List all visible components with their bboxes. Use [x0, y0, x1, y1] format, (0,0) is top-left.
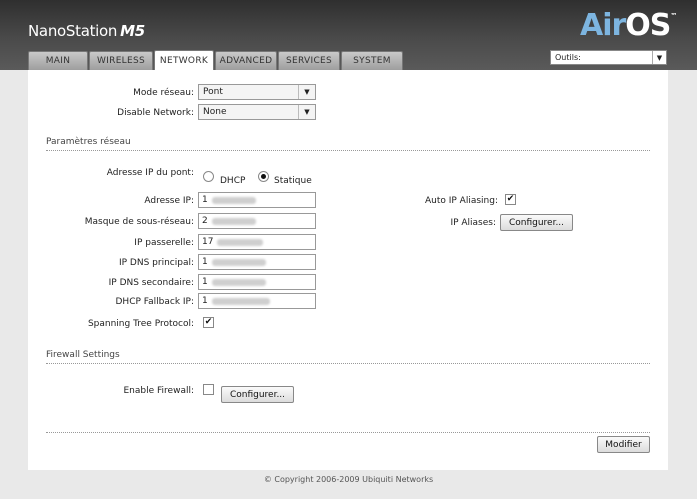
- blurred-text: [211, 196, 256, 204]
- brand-model: M5: [120, 22, 145, 40]
- mode-reseau-value: Pont: [203, 87, 223, 97]
- dhcp-radio-label: DHCP: [220, 176, 246, 186]
- blurred-text: [211, 278, 266, 286]
- logo-os: OS: [625, 8, 671, 43]
- main-tabs: MAIN WIRELESS NETWORK ADVANCED SERVICES …: [28, 50, 403, 70]
- dns-primary-value: 1: [202, 257, 208, 267]
- disable-network-value: None: [203, 107, 227, 117]
- tab-main[interactable]: MAIN: [28, 51, 88, 70]
- dhcp-fallback-input[interactable]: 1: [198, 293, 316, 309]
- logo-air: Air: [580, 8, 626, 43]
- brand-name: NanoStation: [28, 22, 118, 40]
- blurred-text: [211, 297, 270, 305]
- disable-network-label: Disable Network:: [117, 108, 194, 118]
- dns-secondary-input[interactable]: 1: [198, 274, 316, 290]
- statique-radio-label: Statique: [274, 176, 312, 186]
- header-bar: NanoStation M5 AirOS™ MAIN WIRELESS NETWO…: [0, 0, 697, 70]
- logo-tm: ™: [670, 12, 677, 20]
- tab-wireless[interactable]: WIRELESS: [89, 51, 153, 70]
- enable-firewall-checkbox[interactable]: [203, 384, 214, 395]
- ip-address-value: 1: [202, 195, 208, 205]
- gateway-value: 17: [202, 237, 214, 247]
- modify-button[interactable]: Modifier: [597, 436, 650, 453]
- tab-advanced[interactable]: ADVANCED: [215, 51, 277, 70]
- dns-primary-input[interactable]: 1: [198, 254, 316, 270]
- blurred-text: [217, 238, 264, 246]
- divider: [46, 432, 650, 433]
- auto-ip-aliasing-checkbox[interactable]: ✔: [505, 194, 516, 205]
- subnet-mask-label: Masque de sous-réseau:: [84, 217, 194, 227]
- blurred-text: [211, 217, 256, 225]
- brand-title: NanoStation M5: [28, 22, 145, 40]
- bridge-ip-label: Adresse IP du pont:: [106, 168, 194, 178]
- chevron-down-icon[interactable]: ▼: [298, 85, 315, 99]
- statique-radio[interactable]: [258, 171, 269, 182]
- subnet-mask-input[interactable]: 2: [198, 213, 316, 229]
- mode-reseau-label: Mode réseau:: [133, 88, 194, 98]
- dns-secondary-value: 1: [202, 277, 208, 287]
- section-parametres-reseau: Paramètres réseau: [46, 137, 650, 151]
- ip-aliases-label: IP Aliases:: [450, 218, 496, 228]
- tab-system[interactable]: SYSTEM: [341, 51, 403, 70]
- section-firewall-settings: Firewall Settings: [46, 350, 650, 364]
- dns-primary-label: IP DNS principal:: [118, 258, 194, 268]
- chevron-down-icon[interactable]: ▼: [652, 51, 666, 64]
- airos-logo: AirOS™: [580, 8, 677, 43]
- subnet-mask-value: 2: [202, 216, 208, 226]
- copyright-text: © Copyright 2006-2009 Ubiquiti Networks: [263, 475, 434, 484]
- auto-ip-aliasing-label: Auto IP Aliasing:: [424, 196, 498, 206]
- tools-select-label: Outils:: [555, 53, 581, 62]
- stp-label: Spanning Tree Protocol:: [87, 319, 194, 329]
- chevron-down-icon[interactable]: ▼: [298, 105, 315, 119]
- ip-address-label: Adresse IP:: [144, 196, 194, 206]
- mode-reseau-select[interactable]: Pont ▼: [198, 84, 316, 100]
- disable-network-select[interactable]: None ▼: [198, 104, 316, 120]
- dhcp-radio[interactable]: [203, 171, 214, 182]
- tools-select[interactable]: Outils: ▼: [550, 50, 667, 65]
- gateway-input[interactable]: 17: [198, 234, 316, 250]
- stp-checkbox[interactable]: ✔: [203, 317, 214, 328]
- blurred-text: [211, 258, 266, 266]
- dhcp-fallback-label: DHCP Fallback IP:: [115, 297, 195, 307]
- enable-firewall-label: Enable Firewall:: [123, 386, 195, 396]
- gateway-label: IP passerelle:: [134, 238, 194, 248]
- tab-network[interactable]: NETWORK: [154, 50, 214, 70]
- ip-address-input[interactable]: 1: [198, 192, 316, 208]
- dns-secondary-label: IP DNS secondaire:: [108, 278, 194, 288]
- firewall-configure-button[interactable]: Configurer...: [221, 386, 294, 403]
- dhcp-fallback-value: 1: [202, 296, 208, 306]
- tab-services[interactable]: SERVICES: [278, 51, 340, 70]
- network-panel: Mode réseau: Pont ▼ Disable Network: Non…: [28, 70, 668, 470]
- ip-aliases-configure-button[interactable]: Configurer...: [500, 214, 573, 231]
